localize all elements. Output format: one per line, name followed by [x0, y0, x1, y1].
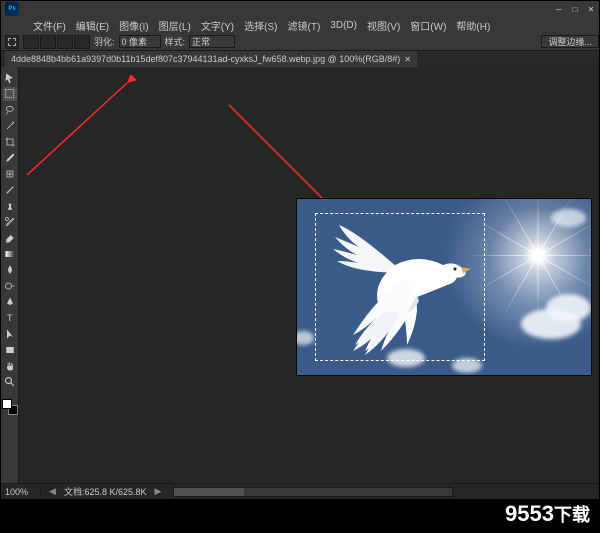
tab-close-icon[interactable]: ✕ [404, 55, 411, 64]
tool-preset-picker[interactable] [5, 35, 19, 49]
menu-layer[interactable]: 图层(L) [155, 18, 195, 33]
tool-zoom[interactable] [3, 375, 17, 389]
tool-eyedropper[interactable] [3, 151, 17, 165]
menu-image[interactable]: 图像(I) [115, 18, 152, 33]
tool-brush[interactable] [3, 183, 17, 197]
marquee-selection[interactable] [315, 213, 485, 361]
svg-text:T: T [7, 313, 13, 323]
tool-blur[interactable] [3, 263, 17, 277]
menu-view[interactable]: 视图(V) [363, 18, 404, 33]
tool-move[interactable] [3, 71, 17, 85]
document-tabs: 4dde8848b4bb61a9397d0b11b15def807c379441… [1, 51, 599, 67]
menu-type[interactable]: 文字(Y) [197, 18, 238, 33]
menubar: 文件(F) 编辑(E) 图像(I) 图层(L) 文字(Y) 选择(S) 滤镜(T… [1, 17, 599, 33]
selection-new[interactable] [23, 35, 39, 49]
marquee-icon [8, 38, 16, 46]
app-logo: Ps [5, 2, 19, 16]
tool-type[interactable]: T [3, 311, 17, 325]
menu-help[interactable]: 帮助(H) [452, 18, 494, 33]
tool-hand[interactable] [3, 359, 17, 373]
tool-magic-wand[interactable] [3, 119, 17, 133]
cloud [546, 294, 591, 322]
selection-subtract[interactable] [57, 35, 73, 49]
selection-intersect[interactable] [74, 35, 90, 49]
annotation-arrow-1 [19, 75, 137, 185]
minimize-button[interactable]: ─ [551, 2, 567, 16]
feather-label: 羽化: [94, 35, 115, 48]
titlebar: Ps ─ □ ✕ [1, 1, 599, 17]
menu-select[interactable]: 选择(S) [240, 18, 281, 33]
tool-eraser[interactable] [3, 231, 17, 245]
selection-mode-group [23, 35, 90, 49]
tools-panel: T [1, 67, 19, 483]
horizontal-scrollbar[interactable] [173, 487, 453, 497]
tool-rectangle[interactable] [3, 343, 17, 357]
refine-edge-button[interactable]: 调整边缘... [541, 35, 599, 48]
zoom-level[interactable]: 100% [5, 487, 32, 497]
tool-clone[interactable] [3, 199, 17, 213]
foreground-color[interactable] [2, 399, 12, 409]
tool-crop[interactable] [3, 135, 17, 149]
tool-lasso[interactable] [3, 103, 17, 117]
status-bar: 100% ◀ 文档:625.8 K/625.8K ▶ [1, 483, 599, 499]
tool-spot-heal[interactable] [3, 167, 17, 181]
tool-gradient[interactable] [3, 247, 17, 261]
tool-path-select[interactable] [3, 327, 17, 341]
menu-window[interactable]: 窗口(W) [406, 18, 450, 33]
canvas-viewport[interactable] [19, 67, 599, 483]
document-tab[interactable]: 4dde8848b4bb61a9397d0b11b15def807c379441… [5, 51, 417, 67]
tool-marquee[interactable] [3, 87, 17, 101]
style-label: 样式: [165, 35, 186, 48]
tool-pen[interactable] [3, 295, 17, 309]
menu-3d[interactable]: 3D(D) [326, 20, 361, 31]
tab-title: 4dde8848b4bb61a9397d0b11b15def807c379441… [11, 54, 400, 64]
photoshop-window: Ps ─ □ ✕ 文件(F) 编辑(E) 图像(I) 图层(L) 文字(Y) 选… [0, 0, 600, 500]
options-bar: 羽化: 样式: 正常 调整边缘... [1, 33, 599, 51]
tool-history-brush[interactable] [3, 215, 17, 229]
menu-filter[interactable]: 滤镜(T) [284, 18, 325, 33]
doc-info[interactable]: 文档:625.8 K/625.8K [64, 485, 147, 498]
menu-file[interactable]: 文件(F) [29, 18, 70, 33]
menu-edit[interactable]: 编辑(E) [72, 18, 113, 33]
style-select[interactable]: 正常 [189, 35, 235, 48]
tool-dodge[interactable] [3, 279, 17, 293]
maximize-button[interactable]: □ [567, 2, 583, 16]
scrollbar-thumb[interactable] [174, 488, 244, 496]
cloud [551, 209, 586, 227]
selection-add[interactable] [40, 35, 56, 49]
color-swatches[interactable] [2, 399, 18, 415]
close-button[interactable]: ✕ [583, 2, 599, 16]
status-right-arrow-icon[interactable]: ▶ [155, 486, 162, 497]
status-left-arrow-icon[interactable]: ◀ [49, 486, 56, 497]
feather-input[interactable] [119, 35, 161, 48]
canvas[interactable] [297, 199, 591, 375]
watermark: 9553下载 [505, 501, 590, 527]
